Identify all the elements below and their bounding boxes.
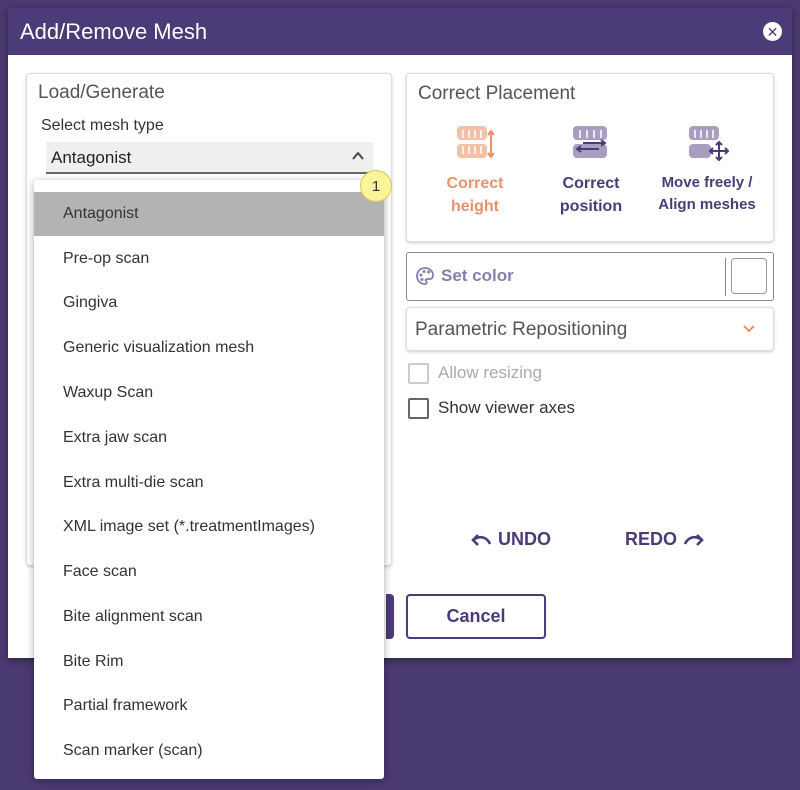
mesh-type-select[interactable]: Antagonist — [46, 142, 373, 174]
set-color-label: Set color — [441, 266, 514, 285]
move-freely-button[interactable]: Move freely / Align meshes — [647, 122, 767, 232]
chevron-down-icon — [743, 325, 755, 333]
allow-resizing-checkbox[interactable] — [408, 363, 429, 384]
dropdown-item-xml-image-set[interactable]: XML image set (*.treatmentImages) — [34, 505, 384, 549]
dropdown-item-extra-multi-die-scan[interactable]: Extra multi-die scan — [34, 461, 384, 505]
dropdown-item-waxup-scan[interactable]: Waxup Scan — [34, 371, 384, 415]
correct-position-button[interactable]: Correct position — [531, 122, 651, 232]
correct-height-button[interactable]: Correct height — [415, 122, 535, 232]
dropdown-item-generic-visualization-mesh[interactable]: Generic visualization mesh — [34, 326, 384, 370]
mesh-type-select-value: Antagonist — [51, 148, 132, 167]
dropdown-item-bite-rim[interactable]: Bite Rim — [34, 640, 384, 684]
parametric-repositioning-label: Parametric Repositioning — [415, 319, 628, 340]
color-divider — [725, 258, 726, 296]
dropdown-item-pre-op-scan[interactable]: Pre-op scan — [34, 237, 384, 281]
set-color-field[interactable]: Set color — [406, 252, 774, 301]
undo-button[interactable]: UNDO — [470, 529, 551, 550]
load-generate-title: Load/Generate — [38, 82, 165, 103]
color-swatch[interactable] — [731, 258, 767, 294]
cancel-button[interactable]: Cancel — [406, 594, 546, 639]
correct-height-line2: height — [451, 198, 499, 215]
parametric-repositioning-expander[interactable]: Parametric Repositioning — [406, 307, 774, 351]
correct-placement-title: Correct Placement — [418, 83, 576, 104]
correct-placement-panel: Correct Placement Correct height Correct… — [406, 73, 774, 242]
close-icon[interactable]: ✕ — [763, 22, 782, 41]
ok-button[interactable] — [386, 594, 394, 639]
undo-label: UNDO — [498, 529, 551, 549]
callout-badge: 1 — [360, 170, 392, 202]
dropdown-item-gingiva[interactable]: Gingiva — [34, 281, 384, 325]
correct-position-line2: position — [559, 198, 623, 215]
palette-icon — [416, 267, 434, 285]
dropdown-item-partial-framework[interactable]: Partial framework — [34, 684, 384, 728]
redo-icon — [683, 533, 704, 546]
move-freely-line2: Align meshes — [658, 196, 756, 213]
dialog-title: Add/Remove Mesh — [20, 19, 208, 44]
move-freely-line1: Move freely / — [661, 174, 753, 191]
correct-height-line1: Correct — [446, 175, 504, 192]
redo-button[interactable]: REDO — [625, 529, 705, 550]
select-mesh-type-label: Select mesh type — [41, 117, 164, 134]
chevron-up-icon — [352, 151, 364, 160]
show-viewer-axes-label: Show viewer axes — [438, 398, 576, 417]
dropdown-item-bite-alignment-scan[interactable]: Bite alignment scan — [34, 595, 384, 639]
undo-icon — [471, 533, 492, 546]
show-viewer-axes-checkbox[interactable] — [408, 398, 429, 419]
redo-label: REDO — [625, 529, 678, 549]
dropdown-item-scan-marker[interactable]: Scan marker (scan) — [34, 729, 384, 773]
correct-position-line1: Correct — [562, 175, 620, 192]
mesh-type-dropdown: Antagonist Pre-op scan Gingiva Generic v… — [34, 180, 384, 779]
dropdown-item-face-scan[interactable]: Face scan — [34, 550, 384, 594]
dropdown-item-extra-jaw-scan[interactable]: Extra jaw scan — [34, 416, 384, 460]
teeth-move-icon — [689, 126, 729, 162]
title-bar: Add/Remove Mesh ✕ — [8, 8, 792, 55]
allow-resizing-label: Allow resizing — [438, 363, 542, 382]
teeth-height-icon — [457, 126, 495, 159]
teeth-position-icon — [573, 126, 607, 158]
dropdown-item-antagonist[interactable]: Antagonist — [34, 192, 384, 236]
